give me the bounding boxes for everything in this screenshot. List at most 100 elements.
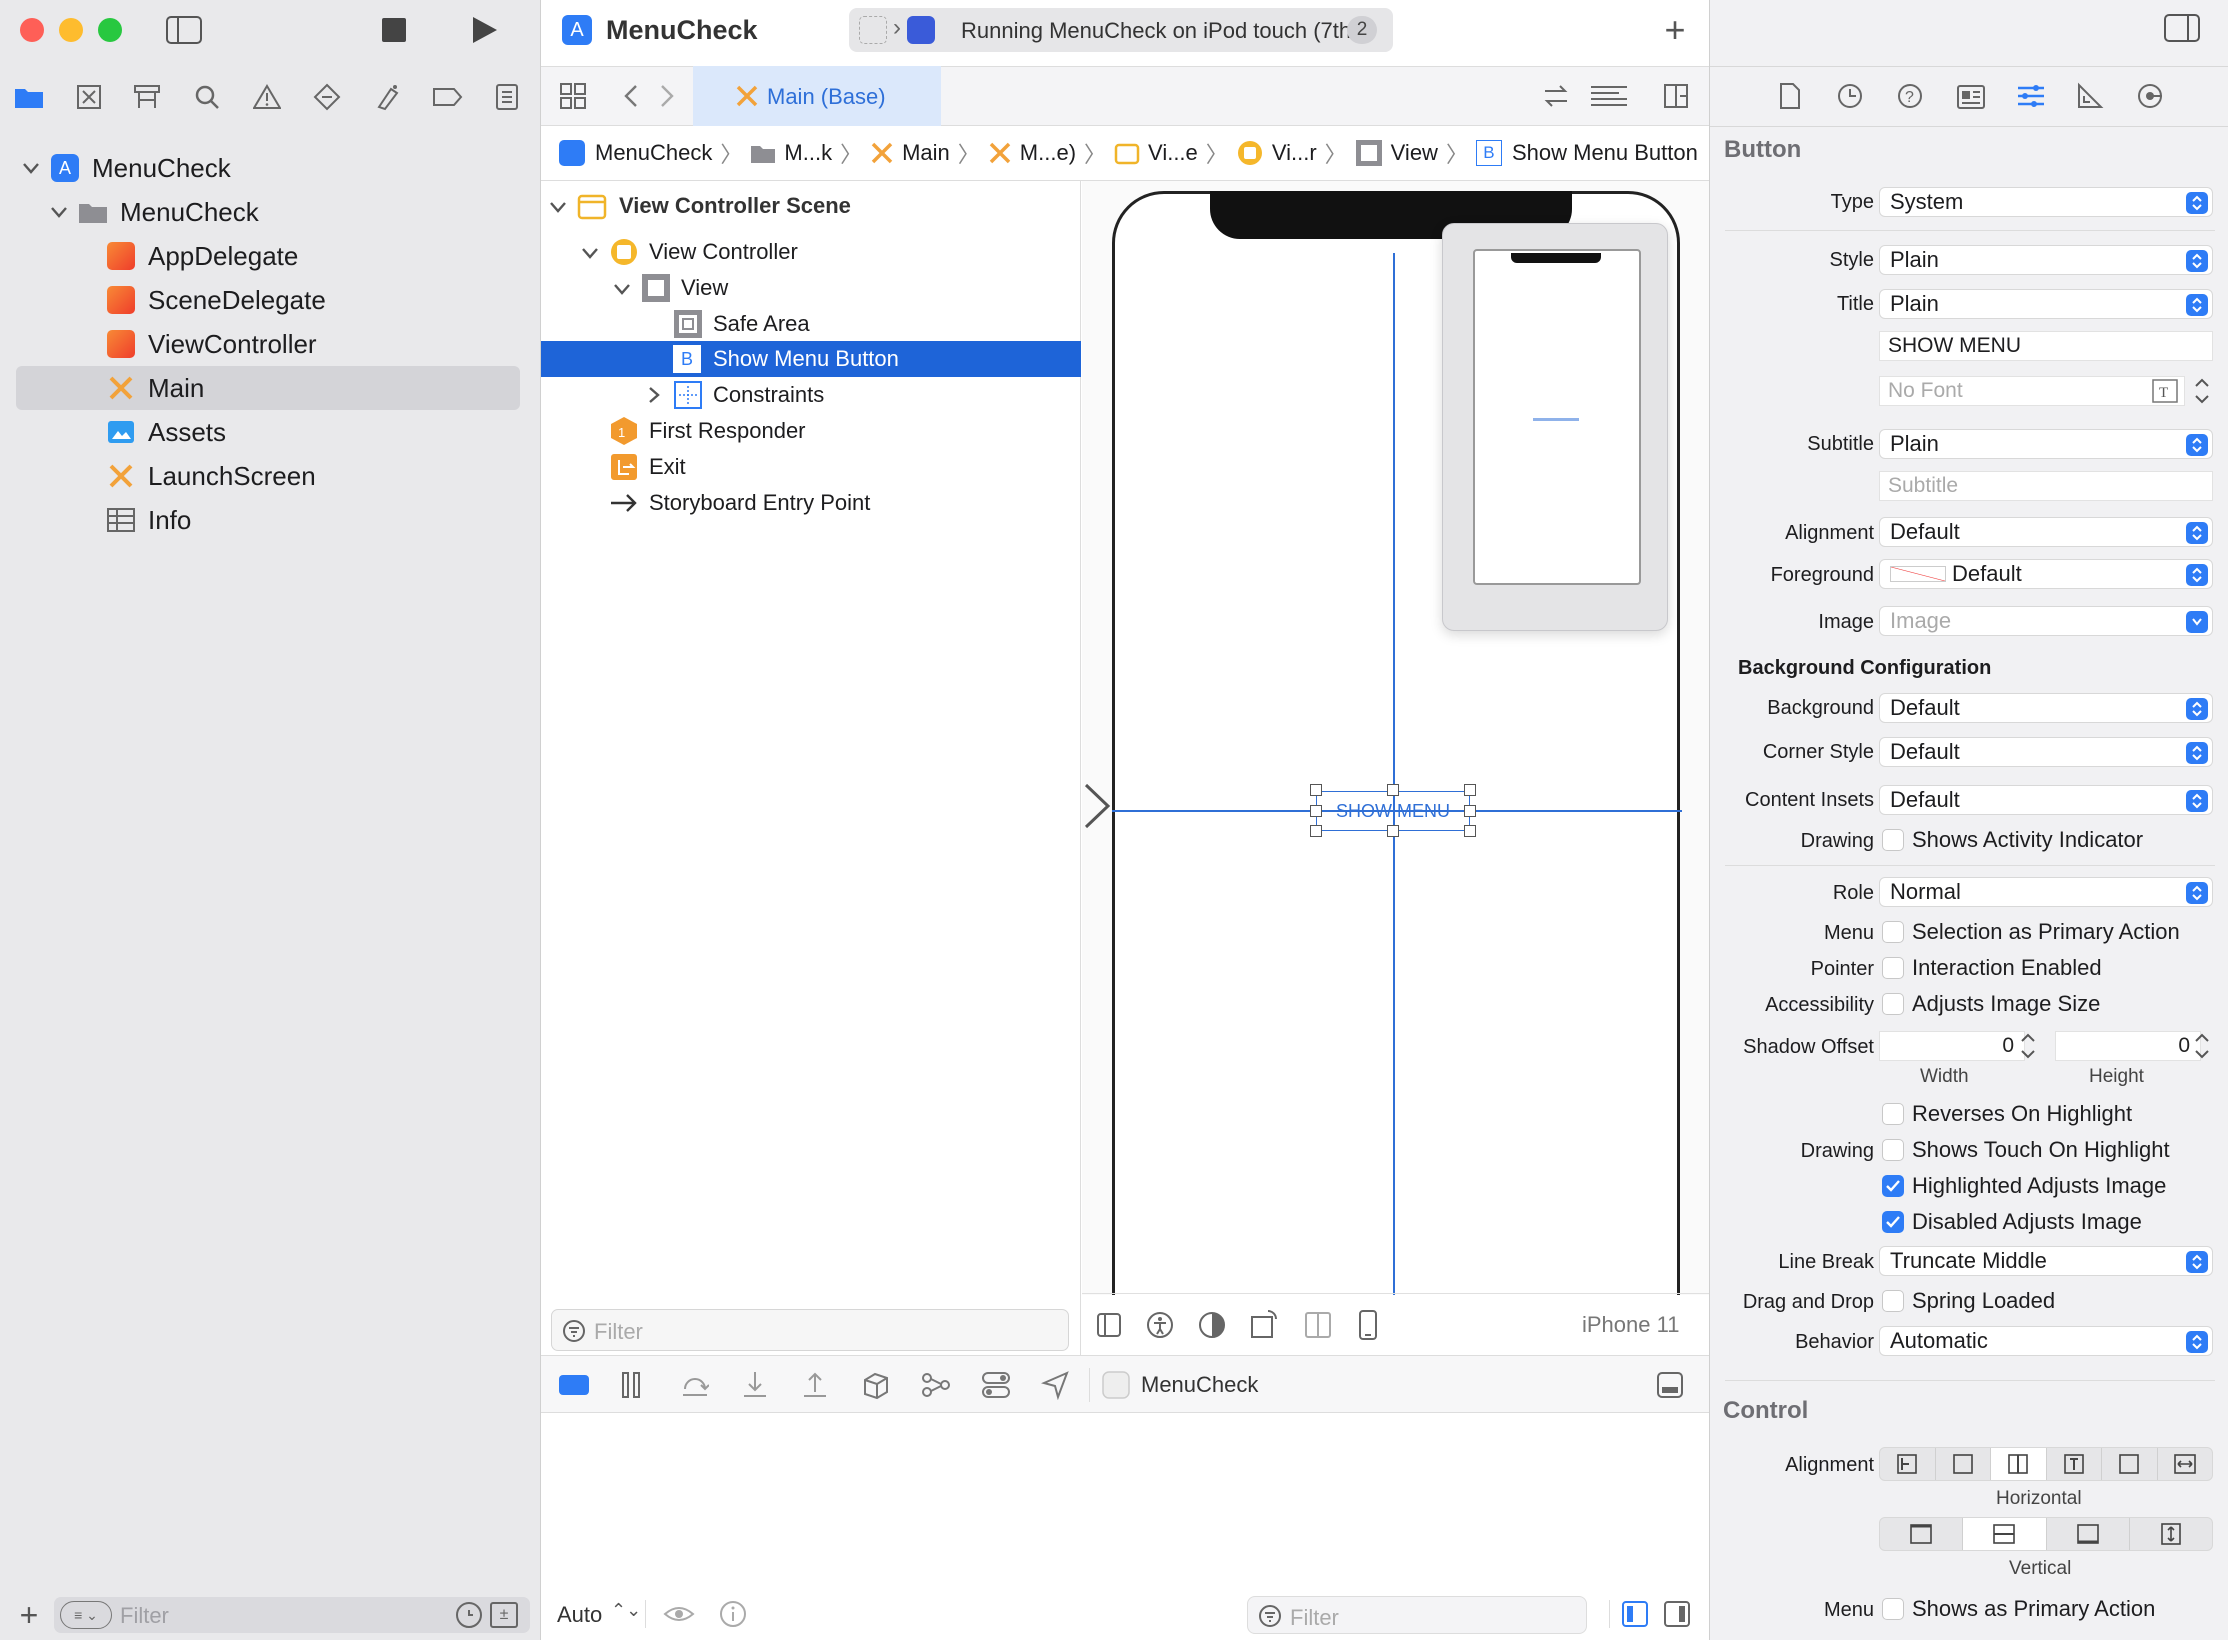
- filter-options-icon[interactable]: ≡ ⌄: [60, 1601, 112, 1629]
- shows-activity-indicator-checkbox[interactable]: [1882, 829, 1904, 851]
- type-popup[interactable]: System: [1879, 187, 2213, 217]
- title-text-field[interactable]: SHOW MENU: [1879, 331, 2213, 361]
- device-icon[interactable]: [1358, 1309, 1378, 1341]
- scheme-icon[interactable]: [859, 16, 887, 44]
- tab-main-base[interactable]: Main (Base): [693, 66, 941, 126]
- title-font-field[interactable]: No Font T: [1879, 376, 2185, 406]
- show-console-icon[interactable]: [1663, 1600, 1691, 1628]
- selection-primary-action-checkbox[interactable]: [1882, 921, 1904, 943]
- editor-options-icon[interactable]: [1589, 82, 1629, 110]
- nav-item-info[interactable]: Info: [106, 500, 191, 540]
- breadcrumb-item[interactable]: View: [1391, 140, 1438, 166]
- outline-toggle-icon[interactable]: [1096, 1312, 1122, 1338]
- outline-constraints[interactable]: Constraints: [673, 378, 1080, 412]
- stepper-icon[interactable]: [2019, 1031, 2037, 1061]
- nav-item-assets[interactable]: Assets: [106, 412, 226, 452]
- breadcrumb-item[interactable]: M...k: [784, 140, 832, 166]
- valign-top-icon[interactable]: [1880, 1518, 1964, 1550]
- shows-touch-checkbox[interactable]: [1882, 1139, 1904, 1161]
- align-stretch-icon[interactable]: [2158, 1448, 2213, 1480]
- align-fill-icon[interactable]: [1991, 1448, 2047, 1480]
- pause-icon[interactable]: [621, 1371, 641, 1399]
- chevron-down-icon[interactable]: [581, 244, 599, 262]
- breadcrumb-item[interactable]: M...e): [1020, 140, 1076, 166]
- vertical-alignment-segmented[interactable]: [1879, 1517, 2213, 1551]
- shadow-width-field[interactable]: 0: [1879, 1031, 2025, 1061]
- disabled-adjusts-image-checkbox[interactable]: [1882, 1211, 1904, 1233]
- chevron-down-icon[interactable]: [613, 280, 631, 298]
- run-icon[interactable]: [468, 14, 500, 46]
- minimize-window-button[interactable]: [59, 18, 83, 42]
- report-navigator-icon[interactable]: [490, 82, 524, 112]
- role-popup[interactable]: Normal: [1879, 877, 2213, 907]
- chevron-down-icon[interactable]: [549, 198, 567, 216]
- attributes-inspector-icon[interactable]: [2016, 82, 2046, 110]
- breakpoint-navigator-icon[interactable]: [430, 82, 464, 112]
- history-inspector-icon[interactable]: [1836, 82, 1864, 110]
- align-left-icon[interactable]: [1880, 1448, 1936, 1480]
- font-picker-icon[interactable]: T: [2152, 379, 2178, 403]
- add-editor-icon[interactable]: +: [1659, 9, 1691, 50]
- scm-filter-icon[interactable]: ±: [490, 1602, 518, 1628]
- accessibility-icon[interactable]: [1146, 1311, 1174, 1339]
- chevron-down-icon[interactable]: [50, 203, 68, 221]
- inspector-toggle-icon[interactable]: [2164, 14, 2200, 44]
- chevron-right-icon[interactable]: [645, 386, 663, 404]
- hide-debug-area-icon[interactable]: [1656, 1371, 1684, 1399]
- source-control-icon[interactable]: [72, 82, 106, 112]
- breadcrumb-item[interactable]: Main: [902, 140, 950, 166]
- add-editor-pane-icon[interactable]: [1661, 82, 1691, 110]
- line-break-popup[interactable]: Truncate Middle: [1879, 1246, 2213, 1276]
- breadcrumb-item[interactable]: MenuCheck: [595, 140, 712, 166]
- chevron-down-icon[interactable]: [22, 159, 40, 177]
- align-center-icon[interactable]: [1936, 1448, 1991, 1480]
- device-icon[interactable]: [907, 16, 935, 44]
- stepper-icon[interactable]: [2193, 376, 2211, 406]
- breakpoints-toggle-icon[interactable]: [559, 1375, 589, 1395]
- zoom-window-button[interactable]: [98, 18, 122, 42]
- image-combobox[interactable]: Image: [1879, 606, 2213, 636]
- issue-navigator-icon[interactable]: [250, 82, 284, 112]
- highlighted-adjusts-image-checkbox[interactable]: [1882, 1175, 1904, 1197]
- connections-inspector-icon[interactable]: [2136, 82, 2164, 110]
- step-into-icon[interactable]: [741, 1370, 769, 1400]
- interaction-enabled-checkbox[interactable]: [1882, 957, 1904, 979]
- content-insets-popup[interactable]: Default: [1879, 785, 2213, 815]
- outline-filter-field[interactable]: Filter: [551, 1309, 1069, 1351]
- stop-icon[interactable]: [380, 16, 408, 44]
- activity-view[interactable]: › Running MenuCheck on iPod touch (7th..…: [849, 8, 1393, 52]
- symbol-navigator-icon[interactable]: [130, 82, 164, 112]
- nav-item-scenedelegate[interactable]: SceneDelegate: [106, 280, 326, 320]
- project-navigator-icon[interactable]: [12, 82, 46, 112]
- nav-item-appdelegate[interactable]: AppDelegate: [106, 236, 298, 276]
- shadow-height-field[interactable]: 0: [2055, 1031, 2201, 1061]
- size-inspector-icon[interactable]: [2076, 82, 2104, 110]
- step-over-icon[interactable]: [681, 1371, 709, 1399]
- identity-inspector-icon[interactable]: [1956, 84, 1986, 110]
- back-icon[interactable]: [621, 82, 641, 110]
- outline-view-controller[interactable]: View Controller: [609, 235, 1080, 269]
- console-filter-field[interactable]: Filter: [1247, 1596, 1587, 1634]
- debug-navigator-icon[interactable]: [370, 82, 404, 112]
- navigator-filter-field[interactable]: ≡ ⌄ Filter ±: [54, 1597, 530, 1633]
- swap-icon[interactable]: [1541, 82, 1571, 110]
- show-variables-icon[interactable]: [1621, 1600, 1649, 1628]
- appearance-icon[interactable]: [1198, 1311, 1226, 1339]
- corner-style-popup[interactable]: Default: [1879, 737, 2213, 767]
- outline-exit[interactable]: Exit: [609, 450, 1080, 484]
- sidebar-toggle-icon[interactable]: [166, 14, 202, 46]
- alignment-popup[interactable]: Default: [1879, 517, 2213, 547]
- style-popup[interactable]: Plain: [1879, 245, 2213, 275]
- shows-as-primary-action-checkbox[interactable]: [1882, 1598, 1904, 1620]
- nav-item-main[interactable]: Main: [106, 368, 204, 408]
- outline-entry-point[interactable]: Storyboard Entry Point: [609, 486, 1080, 520]
- background-popup[interactable]: Default: [1879, 693, 2213, 723]
- outline-scene[interactable]: View Controller Scene: [577, 189, 1080, 223]
- valign-center-icon[interactable]: [1963, 1518, 2047, 1550]
- behavior-popup[interactable]: Automatic: [1879, 1326, 2213, 1356]
- forward-icon[interactable]: [657, 82, 677, 110]
- stepper-icon[interactable]: [2193, 1031, 2211, 1061]
- step-out-icon[interactable]: [801, 1370, 829, 1400]
- adjusts-image-size-checkbox[interactable]: [1882, 993, 1904, 1015]
- foreground-popup[interactable]: Default: [1879, 559, 2213, 589]
